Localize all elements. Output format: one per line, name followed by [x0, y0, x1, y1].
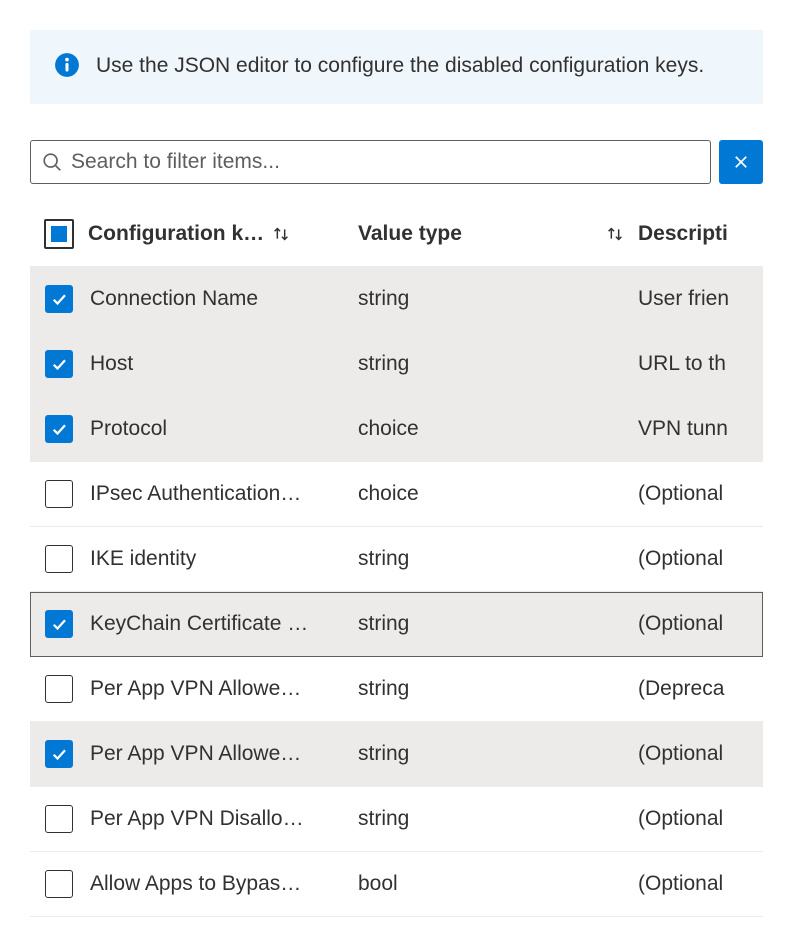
checkmark-icon	[50, 290, 68, 308]
checkmark-icon	[50, 355, 68, 373]
column-header-key[interactable]: Configuration k…	[88, 222, 358, 246]
cell-config-key: Per App VPN Allowe…	[88, 742, 358, 766]
info-icon	[54, 52, 80, 84]
close-icon	[732, 153, 750, 171]
cell-description: (Depreca	[638, 677, 763, 701]
table-row[interactable]: Per App VPN Allowe…string(Optional	[30, 722, 763, 787]
table-row[interactable]: IKE identitystring(Optional	[30, 527, 763, 592]
sort-icon	[270, 224, 292, 244]
cell-value-type: choice	[358, 482, 638, 506]
table-header: Configuration k… Value type Descripti	[30, 202, 763, 267]
cell-config-key: Allow Apps to Bypas…	[88, 872, 358, 896]
row-checkbox[interactable]	[45, 480, 73, 508]
cell-description: (Optional	[638, 872, 763, 896]
column-header-value-type-label: Value type	[358, 222, 462, 246]
cell-value-type: string	[358, 287, 638, 311]
column-header-description-label: Descripti	[638, 222, 728, 246]
config-table: Configuration k… Value type Descripti Co…	[30, 202, 763, 917]
row-checkbox[interactable]	[45, 350, 73, 378]
cell-description: (Optional	[638, 612, 763, 636]
cell-value-type: string	[358, 807, 638, 831]
cell-value-type: choice	[358, 417, 638, 441]
cell-description: (Optional	[638, 807, 763, 831]
cell-config-key: IPsec Authentication…	[88, 482, 358, 506]
row-checkbox[interactable]	[45, 740, 73, 768]
row-checkbox[interactable]	[45, 870, 73, 898]
table-row[interactable]: KeyChain Certificate …string(Optional	[30, 592, 763, 657]
table-row[interactable]: Connection NamestringUser frien	[30, 267, 763, 332]
search-input[interactable]	[71, 150, 700, 174]
cell-description: (Optional	[638, 547, 763, 571]
cell-description: VPN tunn	[638, 417, 763, 441]
cell-config-key: Connection Name	[88, 287, 358, 311]
cell-value-type: string	[358, 352, 638, 376]
cell-value-type: string	[358, 677, 638, 701]
cell-config-key: IKE identity	[88, 547, 358, 571]
cell-description: (Optional	[638, 482, 763, 506]
table-row[interactable]: Per App VPN Allowe…string(Depreca	[30, 657, 763, 722]
search-icon	[41, 151, 63, 173]
cell-description: User frien	[638, 287, 763, 311]
row-checkbox[interactable]	[45, 675, 73, 703]
table-row[interactable]: ProtocolchoiceVPN tunn	[30, 397, 763, 462]
column-header-key-label: Configuration k…	[88, 222, 264, 246]
cell-config-key: Per App VPN Allowe…	[88, 677, 358, 701]
clear-search-button[interactable]	[719, 140, 763, 184]
column-header-description[interactable]: Descripti	[638, 222, 763, 246]
row-checkbox[interactable]	[45, 285, 73, 313]
select-all-checkbox[interactable]	[44, 219, 74, 249]
search-box[interactable]	[30, 140, 711, 184]
sort-icon	[604, 224, 626, 244]
checkmark-icon	[50, 420, 68, 438]
cell-config-key: Host	[88, 352, 358, 376]
column-header-value-type[interactable]: Value type	[358, 222, 638, 246]
cell-config-key: Per App VPN Disallo…	[88, 807, 358, 831]
cell-config-key: KeyChain Certificate …	[88, 612, 358, 636]
table-row[interactable]: IPsec Authentication…choice(Optional	[30, 462, 763, 527]
cell-value-type: string	[358, 547, 638, 571]
search-row	[30, 140, 763, 184]
cell-config-key: Protocol	[88, 417, 358, 441]
row-checkbox[interactable]	[45, 415, 73, 443]
row-checkbox[interactable]	[45, 545, 73, 573]
cell-value-type: bool	[358, 872, 638, 896]
checkmark-icon	[50, 615, 68, 633]
row-checkbox[interactable]	[45, 805, 73, 833]
cell-value-type: string	[358, 612, 638, 636]
info-banner: Use the JSON editor to configure the dis…	[30, 30, 763, 104]
table-row[interactable]: HoststringURL to th	[30, 332, 763, 397]
table-row[interactable]: Allow Apps to Bypas…bool(Optional	[30, 852, 763, 917]
cell-value-type: string	[358, 742, 638, 766]
checkmark-icon	[50, 745, 68, 763]
cell-description: URL to th	[638, 352, 763, 376]
row-checkbox[interactable]	[45, 610, 73, 638]
table-row[interactable]: Per App VPN Disallo…string(Optional	[30, 787, 763, 852]
cell-description: (Optional	[638, 742, 763, 766]
info-banner-text: Use the JSON editor to configure the dis…	[96, 50, 704, 82]
